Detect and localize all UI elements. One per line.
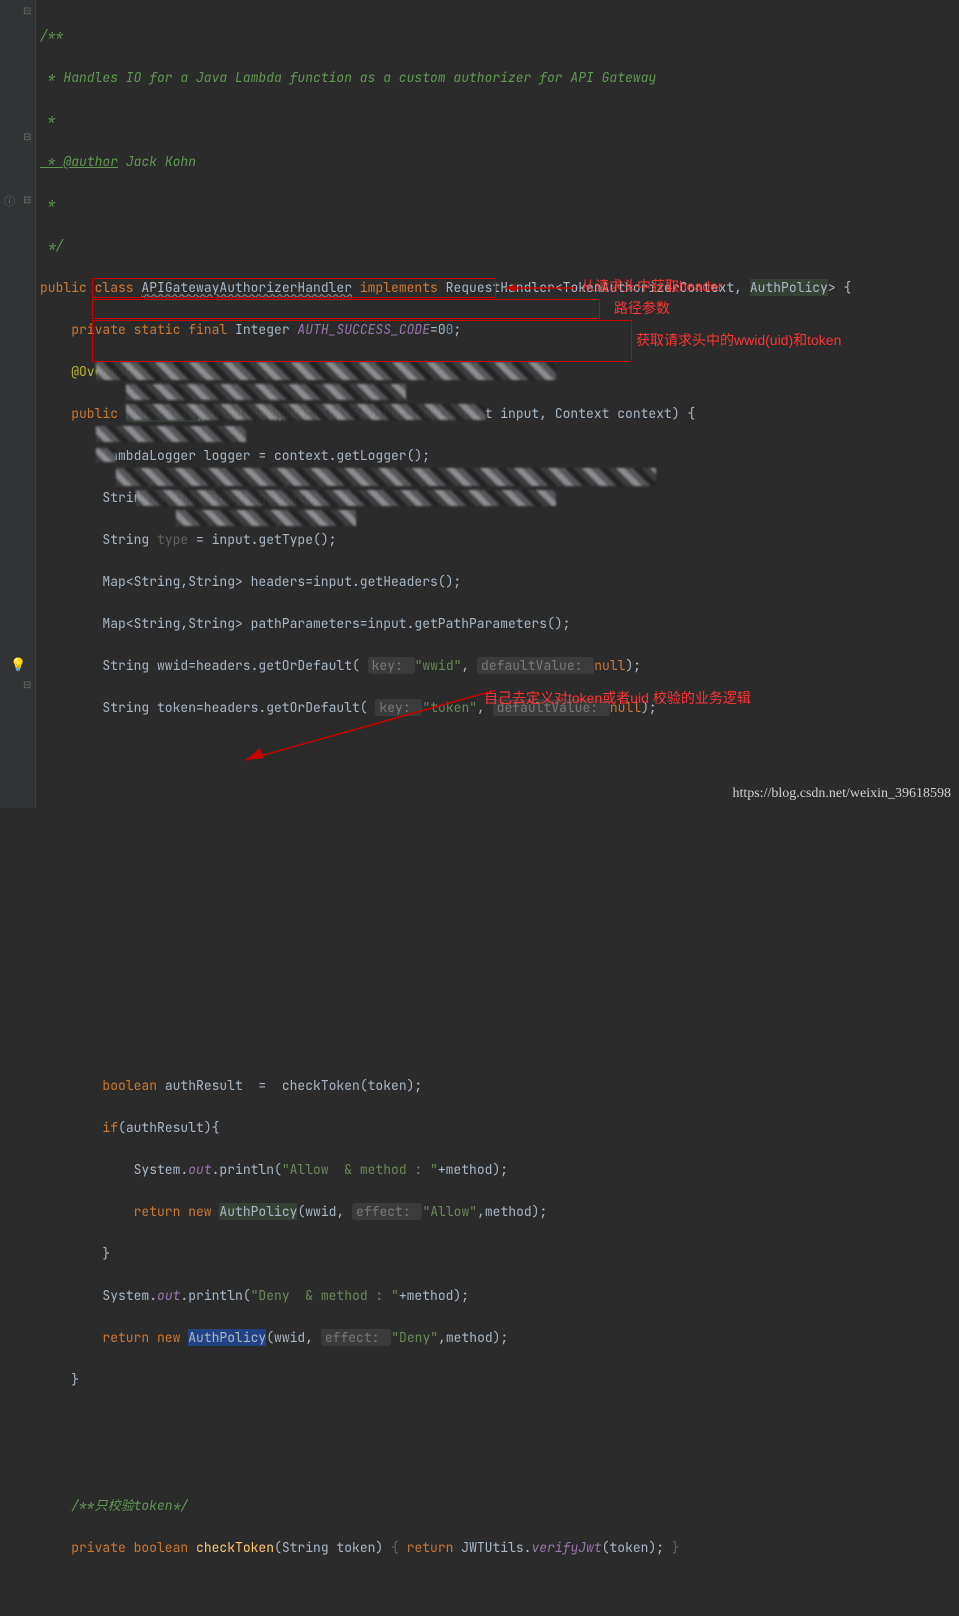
fold-brace: { xyxy=(391,1539,407,1556)
args: (wwid, xyxy=(297,1203,352,1220)
kw-class: class xyxy=(95,279,142,296)
kw-public: public xyxy=(40,279,95,296)
out: out xyxy=(157,1287,180,1304)
gutter: ⊟ ⊟ ⓘ ⊟ 💡 ⊟ xyxy=(0,0,36,808)
censored-block xyxy=(136,490,556,506)
doc-author: Jack Kohn xyxy=(118,153,196,170)
args: ,method); xyxy=(438,1329,508,1346)
doc-star: * xyxy=(40,111,56,128)
concat: +method); xyxy=(438,1161,508,1178)
kw-return: return new xyxy=(102,1329,188,1346)
censored-block xyxy=(96,426,246,442)
hint-key: key: xyxy=(368,657,415,674)
fold-brace: } xyxy=(672,1539,680,1556)
println: .println( xyxy=(212,1161,282,1178)
str-allow-eff: "Allow" xyxy=(422,1203,477,1220)
out: out xyxy=(188,1161,211,1178)
override-gutter-icon[interactable]: ⓘ xyxy=(4,193,18,207)
censored-block xyxy=(126,384,406,400)
hint-effect: effect: xyxy=(352,1203,422,1220)
sys: System. xyxy=(134,1161,189,1178)
censored-block xyxy=(176,510,356,526)
code-token-a: String token=headers.getOrDefault( xyxy=(102,699,375,716)
method-checktoken: checkToken xyxy=(196,1539,274,1556)
annotation-wwid-token: 获取请求头中的wwid(uid)和token xyxy=(636,330,841,351)
kw-mods: private static final xyxy=(71,321,235,338)
args: (wwid, xyxy=(266,1329,321,1346)
code-area[interactable]: /** * Handles IO for a Java Lambda funct… xyxy=(36,0,959,808)
str-deny-eff: "Deny" xyxy=(391,1329,438,1346)
close-brace: } xyxy=(102,1245,110,1262)
str-allow: "Allow & method : " xyxy=(282,1161,438,1178)
check-comment: /**只校验token*/ xyxy=(71,1497,188,1514)
fold-icon[interactable]: ⊟ xyxy=(23,130,33,140)
kw-private: private xyxy=(71,1539,133,1556)
args: (token); xyxy=(602,1539,672,1556)
kw-null: null xyxy=(594,657,625,674)
hint-default: defaultValue: xyxy=(477,657,594,674)
field-name: AUTH_SUCCESS_CODE xyxy=(297,321,430,338)
doc-star: * xyxy=(40,195,56,212)
code-line: String xyxy=(102,531,157,548)
annotation-header: 从请求头中获取header xyxy=(581,276,723,297)
code-line-pathparams: Map<String,String> pathParameters=input.… xyxy=(102,615,570,632)
fold-icon[interactable]: ⊟ xyxy=(23,4,33,14)
censored-block xyxy=(96,448,116,462)
kw-return: return new xyxy=(134,1203,220,1220)
str-token: "token" xyxy=(422,699,477,716)
doc-close: */ xyxy=(40,237,63,254)
eq: =0 xyxy=(430,321,446,338)
type-authpolicy: AuthPolicy xyxy=(750,279,828,296)
concat: +method); xyxy=(399,1287,469,1304)
kw-return: return xyxy=(407,1539,462,1556)
comma: , xyxy=(461,657,477,674)
var-type: type xyxy=(157,531,188,548)
annotation-checktoken: 自己去定义对token或者uid 校验的业务逻辑 xyxy=(484,688,751,709)
doc-author-tag: * @author xyxy=(40,153,118,170)
str-deny: "Deny & method : " xyxy=(251,1287,399,1304)
intention-bulb-icon[interactable]: 💡 xyxy=(10,656,26,673)
str-wwid: "wwid" xyxy=(415,657,462,674)
code-line-headers: Map<String,String> headers=input.getHead… xyxy=(102,573,461,590)
censored-block xyxy=(116,468,656,486)
util: JWTUtils. xyxy=(461,1539,531,1556)
red-box-pathparams xyxy=(92,299,600,319)
hint-effect: effect: xyxy=(321,1329,391,1346)
type-integer: Integer xyxy=(235,321,297,338)
semi: ; xyxy=(453,321,461,338)
code-line: = input.getType(); xyxy=(188,531,336,548)
kw-boolean: boolean xyxy=(134,1539,196,1556)
args: ,method); xyxy=(477,1203,547,1220)
kw-implements: implements xyxy=(352,279,446,296)
class-name: APIGatewayAuthorizerHandler xyxy=(141,279,352,296)
close-brace: } xyxy=(71,1371,79,1388)
doc-open: /** xyxy=(40,27,63,44)
annotation-pathparam: 路径参数 xyxy=(614,298,670,319)
type-authpolicy: AuthPolicy xyxy=(219,1203,297,1220)
code-wwid-a: String wwid=headers.getOrDefault( xyxy=(102,657,367,674)
doc-line: * Handles IO for a Java Lambda function … xyxy=(40,69,656,86)
hint-key: key: xyxy=(375,699,422,716)
println: .println( xyxy=(180,1287,250,1304)
fold-icon[interactable]: ⊟ xyxy=(23,678,33,688)
verifyjwt: verifyJwt xyxy=(531,1539,601,1556)
type-authpolicy: AuthPolicy xyxy=(188,1329,266,1346)
code-line: LambdaLogger logger = context.getLogger(… xyxy=(102,447,430,464)
close: ); xyxy=(625,657,641,674)
censored-block xyxy=(126,404,486,420)
brace: > { xyxy=(828,279,851,296)
watermark: https://blog.csdn.net/weixin_39618598 xyxy=(732,786,951,802)
params: (String token) xyxy=(274,1539,391,1556)
fold-icon[interactable]: ⊟ xyxy=(23,193,33,203)
kw-public: public xyxy=(71,405,126,422)
sys: System. xyxy=(102,1287,157,1304)
censored-block xyxy=(96,362,556,380)
code-editor: ⊟ ⊟ ⓘ ⊟ 💡 ⊟ /** * Handles IO for a Java … xyxy=(0,0,959,808)
